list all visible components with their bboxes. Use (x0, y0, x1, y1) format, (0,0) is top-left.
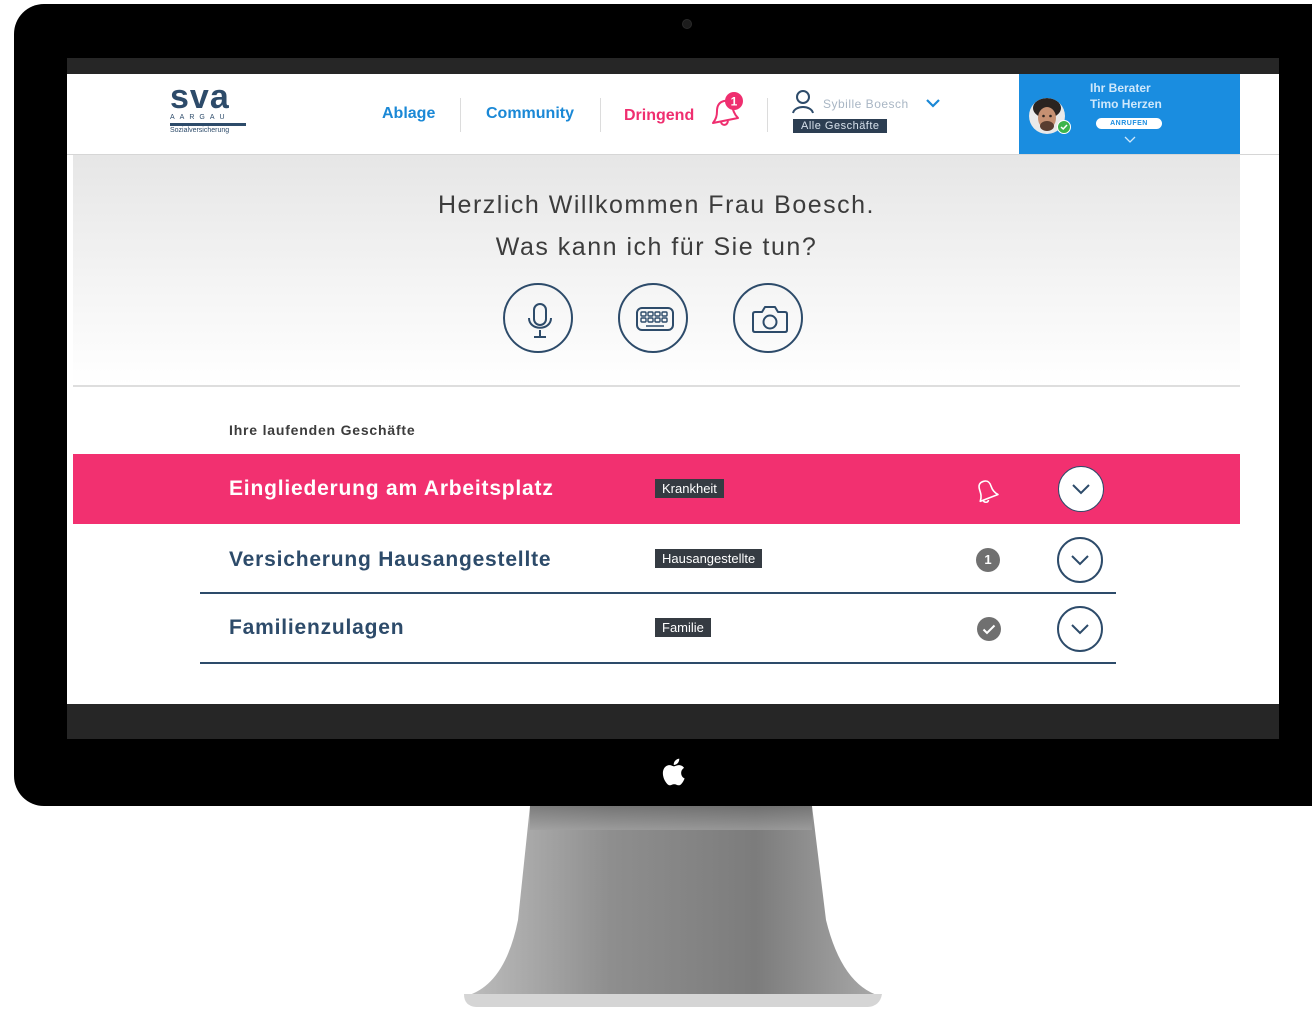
business-filter-badge[interactable]: Alle Geschäfte (793, 119, 887, 133)
apple-logo-icon (662, 758, 685, 786)
item-tag: Krankheit (655, 479, 724, 498)
expand-button[interactable] (1058, 466, 1104, 512)
camera-icon (682, 19, 692, 29)
voice-input-button[interactable] (503, 283, 573, 353)
screen-top-strip (67, 58, 1279, 74)
list-item-urgent[interactable]: Eingliederung am Arbeitsplatz Krankheit (73, 454, 1240, 524)
welcome-panel: Herzlich Willkommen Frau Boesch. Was kan… (73, 155, 1240, 387)
nav-separator (460, 98, 461, 132)
nav-dringend[interactable]: Dringend (624, 107, 694, 125)
screen-bottom-strip (67, 704, 1279, 739)
chevron-down-icon (1071, 555, 1089, 566)
item-title: Versicherung Hausangestellte (229, 548, 552, 571)
user-name: Sybille Boesch (823, 97, 909, 111)
notification-count-badge: 1 (976, 548, 1000, 572)
chevron-down-icon (1071, 624, 1089, 635)
welcome-heading: Herzlich Willkommen Frau Boesch. Was kan… (73, 184, 1240, 268)
call-advisor-button[interactable]: ANRUFEN (1096, 118, 1162, 129)
chevron-down-icon[interactable] (926, 98, 940, 108)
list-item[interactable]: Versicherung Hausangestellte Hausangeste… (200, 524, 1116, 594)
sva-logo[interactable]: sva AARGAU Sozialversicherung (170, 78, 250, 142)
item-tag: Familie (655, 618, 711, 637)
welcome-line-2: Was kann ich für Sie tun? (495, 233, 818, 261)
advisor-panel: Ihr Berater Timo Herzen ANRUFEN (1019, 74, 1240, 154)
logo-region: AARGAU (170, 114, 230, 121)
user-menu[interactable]: Sybille Boesch Alle Geschäfte (791, 89, 951, 139)
welcome-line-1: Herzlich Willkommen Frau Boesch. (438, 191, 875, 219)
item-title: Eingliederung am Arbeitsplatz (229, 477, 554, 500)
logo-text: sva (170, 78, 230, 116)
advisor-title: Ihr Berater (1090, 81, 1151, 95)
bell-icon (978, 480, 999, 504)
logo-tagline: Sozialversicherung (170, 127, 230, 134)
nav-separator (767, 98, 768, 132)
list-item[interactable]: Familienzulagen Familie (200, 594, 1116, 664)
nav-separator (600, 98, 601, 132)
advisor-name: Timo Herzen (1090, 97, 1162, 111)
urgent-count: 1 (731, 95, 738, 109)
user-icon (792, 90, 814, 114)
online-status-icon (1057, 120, 1071, 134)
advisor-info: Ihr Berater Timo Herzen (1090, 80, 1162, 112)
chevron-down-icon (1072, 484, 1090, 495)
camera-input-button[interactable] (733, 283, 803, 353)
check-icon (977, 617, 1001, 641)
nav-community[interactable]: Community (486, 105, 574, 123)
microphone-icon (528, 303, 552, 338)
keyboard-icon (636, 307, 674, 331)
screen: sva AARGAU Sozialversicherung Ablage Com… (67, 58, 1279, 739)
ongoing-business-heading: Ihre laufenden Geschäfte (229, 422, 416, 438)
item-tag: Hausangestellte (655, 549, 763, 568)
urgent-bell-icon[interactable]: 1 (707, 91, 747, 131)
keyboard-input-button[interactable] (618, 283, 688, 353)
expand-button[interactable] (1057, 537, 1103, 583)
item-title: Familienzulagen (229, 616, 405, 639)
nav-ablage[interactable]: Ablage (382, 105, 435, 123)
camera-icon (752, 306, 788, 333)
chevron-down-icon[interactable] (1124, 136, 1136, 144)
expand-button[interactable] (1057, 606, 1103, 652)
header: sva AARGAU Sozialversicherung Ablage Com… (67, 74, 1279, 155)
